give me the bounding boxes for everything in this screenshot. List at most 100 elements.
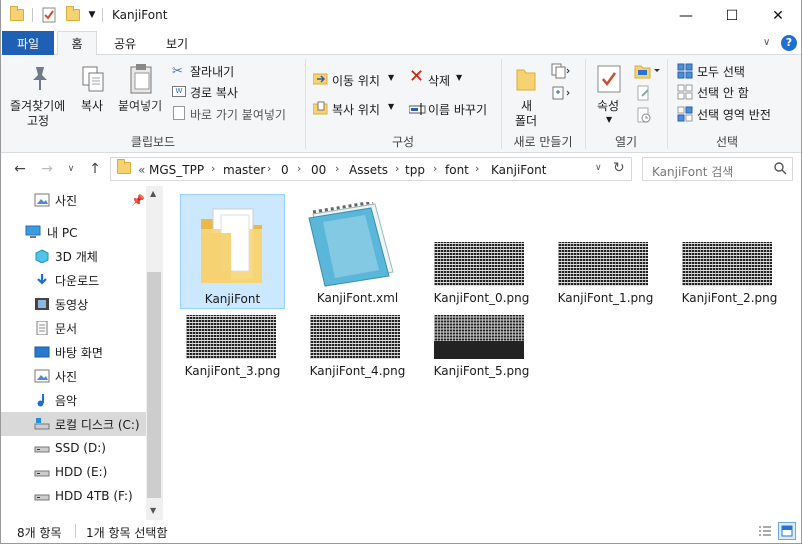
address-bar[interactable]: « MGS_TPP › master › 0 › 00 › Assets › t… xyxy=(110,157,632,181)
breadcrumb-item[interactable]: Assets xyxy=(349,163,388,177)
properties-dropdown-icon[interactable]: ▼ xyxy=(606,115,612,124)
close-button[interactable]: ✕ xyxy=(755,0,801,31)
move-to-icon[interactable] xyxy=(312,71,329,88)
breadcrumb-separator-icon[interactable]: › xyxy=(395,162,399,175)
paste-shortcut-button[interactable]: 바로 가기 붙여넣기 xyxy=(190,106,286,123)
invert-selection-icon[interactable] xyxy=(677,106,693,125)
paste-icon[interactable] xyxy=(129,63,155,98)
minimize-button[interactable]: — xyxy=(663,0,709,31)
nav-item-videos[interactable]: 동영상 xyxy=(1,292,146,316)
file-item-kanjifont-3-png[interactable]: KanjiFont_3.png xyxy=(180,312,285,382)
nav-item-pictures-quick[interactable]: 사진 📌 xyxy=(1,188,146,212)
new-folder-label-2[interactable]: 폴더 xyxy=(515,112,537,129)
pin-icon[interactable] xyxy=(28,65,52,96)
copy-to-button[interactable]: 복사 위치 xyxy=(332,101,380,118)
nav-item-3d-objects[interactable]: 3D 개체 xyxy=(1,244,146,268)
file-item-kanjifont-0-png[interactable]: KanjiFont_0.png xyxy=(429,194,534,309)
nav-item-local-disk-c[interactable]: 로컬 디스크 (C:) xyxy=(1,412,146,436)
tab-share[interactable]: 공유 xyxy=(105,31,145,55)
paste-shortcut-icon[interactable] xyxy=(173,106,185,120)
back-button[interactable]: ← xyxy=(11,160,29,178)
nav-item-hdd-4tb-f[interactable]: HDD 4TB (F:) xyxy=(1,484,146,508)
new-item-icon[interactable] xyxy=(551,63,571,82)
file-item-kanjifont-xml[interactable]: KanjiFont.xml xyxy=(305,194,410,309)
new-folder-large-icon[interactable] xyxy=(515,66,537,95)
file-item-kanjifont-2-png[interactable]: KanjiFont_2.png xyxy=(677,194,782,309)
properties-icon[interactable] xyxy=(597,65,621,96)
nav-item-pictures[interactable]: 사진 xyxy=(1,364,146,388)
copy-to-dropdown-icon[interactable]: ▼ xyxy=(388,102,394,111)
copy-path-icon[interactable]: W xyxy=(172,86,186,97)
file-item-kanjifont-5-png[interactable]: KanjiFont_5.png xyxy=(429,312,534,382)
rename-icon[interactable] xyxy=(408,102,427,119)
search-input[interactable]: KanjiFont 검색 xyxy=(652,163,733,180)
edit-icon[interactable] xyxy=(636,85,652,104)
breadcrumb-item[interactable]: 0 xyxy=(281,163,289,177)
breadcrumb-item[interactable]: master xyxy=(223,163,265,177)
pin-button-label-2[interactable]: 고정 xyxy=(27,112,49,129)
details-view-icon[interactable] xyxy=(757,523,773,539)
nav-item-documents[interactable]: 문서 xyxy=(1,316,146,340)
cut-icon[interactable]: ✂ xyxy=(172,64,183,79)
breadcrumb-item[interactable]: MGS_TPP xyxy=(149,163,204,177)
tab-view[interactable]: 보기 xyxy=(157,31,197,55)
nav-item-music[interactable]: 음악 xyxy=(1,388,146,412)
history-icon[interactable] xyxy=(636,107,652,126)
delete-icon[interactable]: ✕ xyxy=(409,68,424,86)
up-button[interactable]: ↑ xyxy=(86,160,104,178)
tab-file[interactable]: 파일 xyxy=(2,31,54,55)
qat-dropdown-icon[interactable]: ▼ xyxy=(86,6,98,24)
paste-button[interactable]: 붙여넣기 xyxy=(118,97,162,114)
file-item-kanjifont-1-png[interactable]: KanjiFont_1.png xyxy=(553,194,658,309)
nav-item-ssd-d[interactable]: SSD (D:) xyxy=(1,436,146,460)
open-icon[interactable] xyxy=(634,63,660,82)
easy-access-icon[interactable] xyxy=(551,85,571,104)
properties-button[interactable]: 속성 xyxy=(597,97,619,114)
breadcrumb-item[interactable]: tpp xyxy=(405,163,425,177)
address-dropdown-icon[interactable]: ∨ xyxy=(595,163,602,173)
large-icons-view-icon[interactable] xyxy=(778,522,796,540)
recent-locations-icon[interactable]: ∨ xyxy=(62,160,80,178)
invert-selection-button[interactable]: 선택 영역 반전 xyxy=(697,106,771,123)
file-item-kanjifont-folder[interactable]: KanjiFont xyxy=(180,194,285,309)
select-none-button[interactable]: 선택 안 함 xyxy=(697,84,749,101)
copy-icon[interactable] xyxy=(81,65,107,98)
copy-to-icon[interactable] xyxy=(312,101,329,118)
ribbon-expand-icon[interactable]: ∨ xyxy=(763,37,770,48)
properties-check-icon[interactable] xyxy=(41,6,57,24)
delete-button[interactable]: 삭제 xyxy=(428,72,450,89)
file-item-kanjifont-4-png[interactable]: KanjiFont_4.png xyxy=(305,312,410,382)
move-to-dropdown-icon[interactable]: ▼ xyxy=(388,73,394,82)
maximize-button[interactable]: ☐ xyxy=(709,0,755,31)
breadcrumb-separator-icon[interactable]: › xyxy=(475,162,479,175)
nav-scrollbar-thumb[interactable] xyxy=(147,272,161,498)
pin-icon[interactable]: 📌 xyxy=(131,194,145,207)
tab-home[interactable]: 홈 xyxy=(57,31,97,56)
breadcrumb-separator-icon[interactable]: › xyxy=(335,162,339,175)
scroll-down-icon[interactable]: ▼ xyxy=(150,506,156,515)
rename-button[interactable]: 이름 바꾸기 xyxy=(428,101,487,118)
cut-button[interactable]: 잘라내기 xyxy=(190,63,234,80)
forward-button[interactable]: → xyxy=(38,160,56,178)
nav-item-hdd-e[interactable]: HDD (E:) xyxy=(1,460,146,484)
refresh-icon[interactable]: ↻ xyxy=(613,160,625,176)
breadcrumb-item[interactable]: 00 xyxy=(311,163,326,177)
breadcrumb-separator-icon[interactable]: › xyxy=(433,162,437,175)
search-box[interactable]: KanjiFont 검색 xyxy=(642,157,793,181)
copy-button[interactable]: 복사 xyxy=(81,97,103,114)
nav-item-this-pc[interactable]: 내 PC xyxy=(1,220,146,244)
breadcrumb-separator-icon[interactable]: › xyxy=(211,162,215,175)
move-to-button[interactable]: 이동 위치 xyxy=(332,72,380,89)
breadcrumb-item[interactable]: KanjiFont xyxy=(491,163,546,177)
help-icon[interactable]: ? xyxy=(781,35,797,51)
new-folder-icon[interactable] xyxy=(65,6,81,24)
delete-dropdown-icon[interactable]: ▼ xyxy=(456,73,462,82)
select-all-button[interactable]: 모두 선택 xyxy=(697,63,745,80)
breadcrumb-overflow[interactable]: « xyxy=(138,163,145,177)
nav-item-desktop[interactable]: 바탕 화면 xyxy=(1,340,146,364)
select-all-icon[interactable] xyxy=(677,63,693,82)
scroll-up-icon[interactable]: ▲ xyxy=(150,189,156,198)
breadcrumb-separator-icon[interactable]: › xyxy=(267,162,271,175)
copy-path-button[interactable]: 경로 복사 xyxy=(190,84,238,101)
breadcrumb-separator-icon[interactable]: › xyxy=(297,162,301,175)
